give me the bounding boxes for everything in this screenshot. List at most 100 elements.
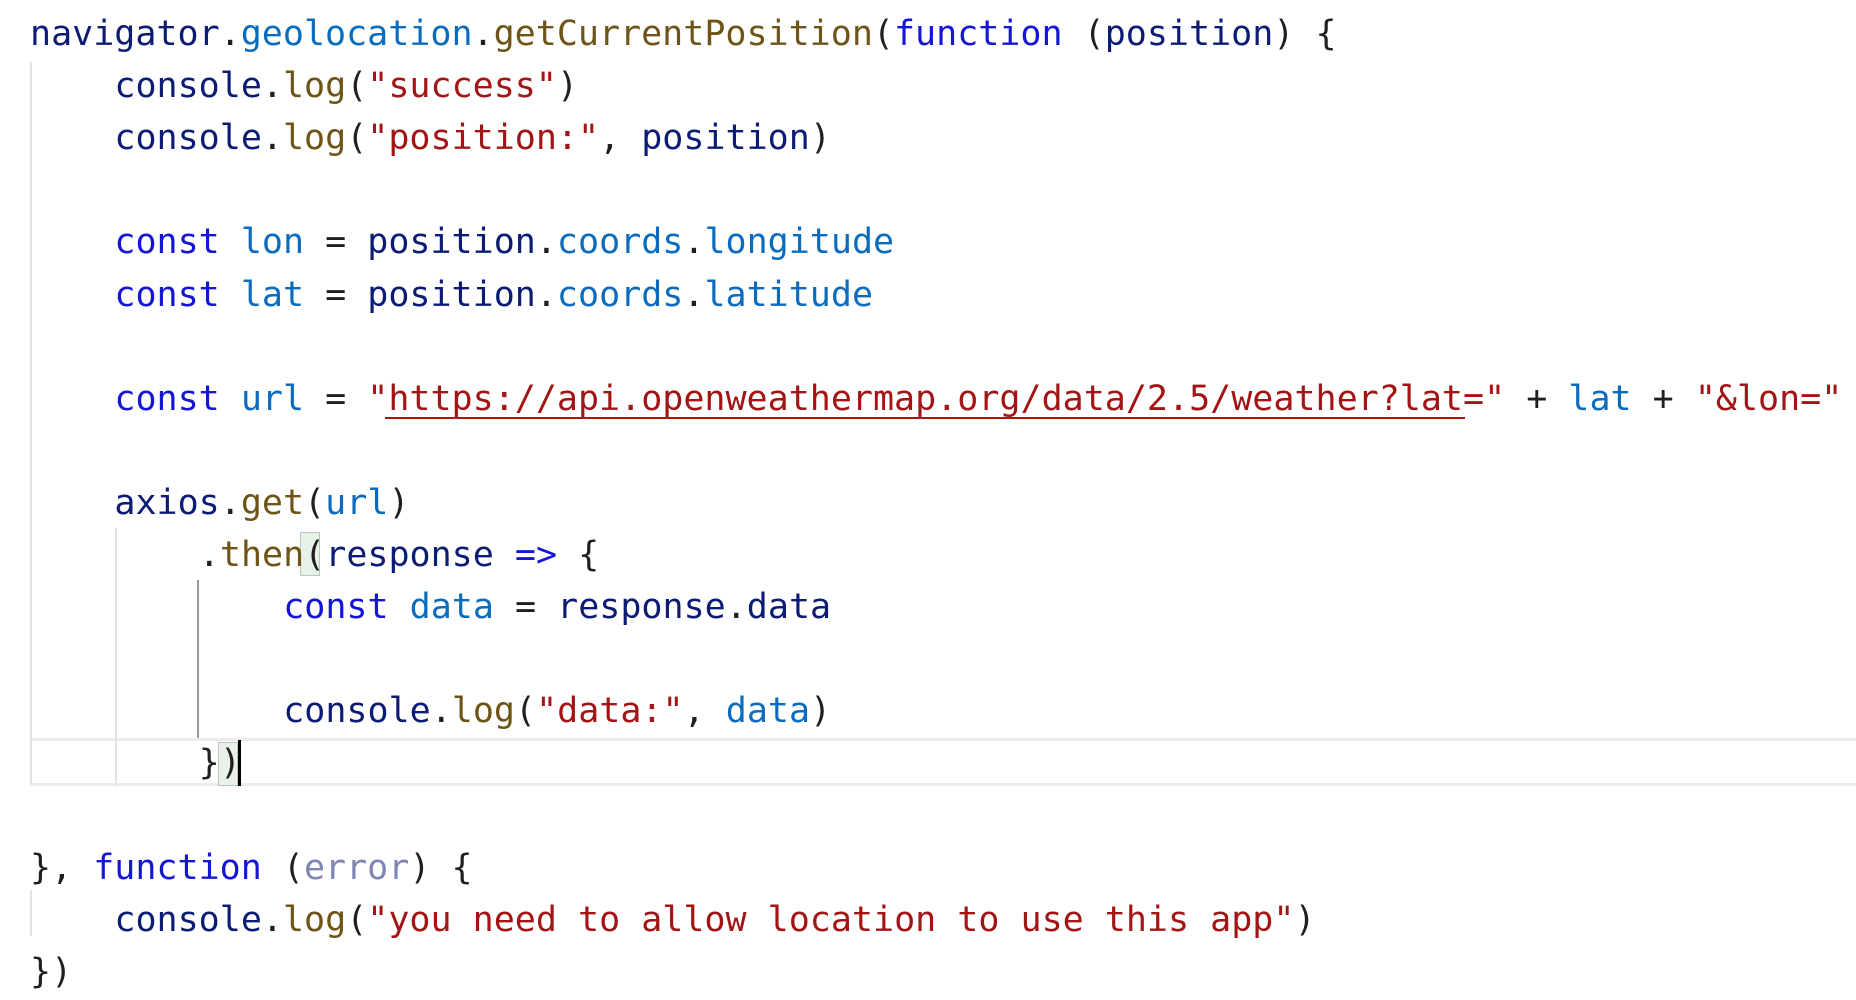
code-token-keyword: const — [283, 587, 389, 628]
code-line[interactable]: }) — [30, 946, 1856, 998]
code-token-plain: . — [683, 222, 705, 263]
code-line[interactable]: console.log("position:", position) — [114, 112, 1856, 164]
code-line[interactable] — [30, 425, 1856, 477]
code-line[interactable]: navigator.geolocation.getCurrentPosition… — [30, 8, 1856, 60]
code-token-plain: }, — [30, 847, 94, 888]
code-token-plain: = — [493, 587, 558, 628]
code-token-plain: . — [725, 587, 747, 628]
code-line[interactable]: const url = "https://api.openweathermap.… — [114, 373, 1856, 425]
code-token-plain: ) — [1294, 899, 1316, 940]
code-token-property: longitude — [704, 222, 895, 263]
code-line[interactable]: const lat = position.coords.latitude — [114, 269, 1856, 321]
code-token-plain: ) — [809, 118, 831, 159]
code-token-plain: + — [1842, 379, 1856, 419]
code-token-property: url — [240, 378, 305, 419]
code-token-plain: ( — [304, 482, 326, 523]
code-token-variable: data — [746, 587, 832, 628]
code-line[interactable]: console.log("success") — [114, 60, 1856, 112]
code-token-plain: + — [1505, 378, 1569, 419]
code-token-variable: console — [114, 118, 262, 159]
code-token-keyword: const — [114, 222, 220, 263]
code-token-plain: . — [261, 899, 283, 940]
code-token-plain: = — [304, 378, 368, 419]
code-token-variable: position — [367, 274, 536, 315]
code-line[interactable]: console.log("you need to allow location … — [114, 894, 1856, 946]
code-line[interactable] — [30, 633, 1856, 685]
code-token-plain: ( — [872, 14, 894, 54]
code-token-variable: console — [283, 691, 431, 732]
code-token-variable: console — [114, 899, 262, 940]
code-token-plain: . — [261, 66, 283, 107]
code-token-plain: ( — [346, 899, 368, 940]
code-token-property: lon — [240, 222, 305, 263]
code-token-plain: . — [535, 222, 557, 263]
code-token-property: data — [409, 587, 494, 628]
code-line[interactable]: const lon = position.coords.longitude — [114, 216, 1856, 268]
code-token-plain: . — [472, 14, 494, 54]
code-token-string: "success" — [367, 66, 557, 107]
code-line[interactable]: axios.get(url) — [114, 477, 1856, 529]
code-line[interactable]: console.log("data:", data) — [283, 685, 1856, 737]
code-token-variable: position — [1104, 14, 1274, 54]
code-token-plain: , — [683, 691, 726, 732]
code-token-plain: = — [304, 274, 368, 315]
code-line[interactable]: }) — [199, 737, 1856, 789]
code-token-plain: ( — [1062, 14, 1105, 54]
code-token-plain: }) — [198, 743, 241, 784]
code-token-property: geolocation — [240, 14, 473, 54]
code-line[interactable] — [30, 164, 1856, 216]
code-token-function: log — [282, 899, 347, 940]
code-line[interactable]: .then(response => { — [199, 529, 1856, 581]
code-token-function: get — [240, 482, 305, 523]
code-token-variable: response — [557, 587, 726, 628]
code-token-plain: . — [261, 118, 283, 159]
code-token-function: log — [282, 66, 347, 107]
code-token-variable: navigator — [30, 14, 220, 54]
code-token-variable: position — [367, 222, 536, 263]
code-editor[interactable]: navigator.geolocation.getCurrentPosition… — [0, 0, 1856, 1000]
text-cursor — [238, 740, 241, 786]
code-line[interactable] — [30, 790, 1856, 842]
code-token-function: then — [219, 535, 305, 575]
code-token-string: "data:" — [536, 691, 684, 732]
code-token-plain: ) { — [1273, 14, 1337, 54]
code-token-plain: . — [219, 482, 241, 523]
code-token-string: "you need to allow location to use this … — [367, 899, 1295, 940]
code-token-param_unused: error — [303, 847, 410, 888]
code-token-plain: . — [219, 14, 241, 54]
code-token-keyword: const — [114, 274, 220, 315]
code-token-property: url — [325, 482, 389, 523]
code-token-property: data — [725, 691, 811, 732]
code-line[interactable] — [30, 321, 1856, 373]
code-token-property: coords — [556, 222, 684, 263]
code-token-variable: console — [114, 66, 262, 107]
indent-guide-outer — [30, 890, 32, 936]
code-token-plain: }) — [30, 951, 73, 992]
code-token-plain: , — [599, 118, 642, 159]
code-token-property: lat — [1568, 378, 1632, 419]
code-token-plain: . — [430, 691, 452, 732]
code-token-string: "&lon=" — [1694, 378, 1843, 419]
code-token-plain: . — [198, 535, 220, 575]
code-token-plain: ) — [388, 482, 410, 523]
code-token-plain: ) { — [409, 847, 473, 888]
code-token-keyword: function — [893, 14, 1063, 54]
code-token-variable: position — [641, 118, 810, 159]
code-token-string: "position:" — [367, 118, 600, 159]
code-token-function: log — [282, 118, 347, 159]
code-token-plain: ) — [556, 66, 579, 107]
code-token-plain: { — [557, 535, 600, 575]
code-token-keyword: function — [93, 847, 262, 888]
code-token-variable: response — [325, 535, 494, 575]
code-token-function: log — [451, 691, 515, 732]
code-token-function: getCurrentPosition — [493, 14, 873, 54]
code-token-property: coords — [556, 274, 684, 315]
code-token-plain: ( — [261, 847, 304, 888]
code-token-plain: ( — [346, 66, 368, 107]
code-line[interactable]: const data = response.data — [283, 581, 1856, 633]
code-token-plain: = — [304, 222, 368, 263]
code-line[interactable]: }, function (error) { — [30, 842, 1856, 894]
